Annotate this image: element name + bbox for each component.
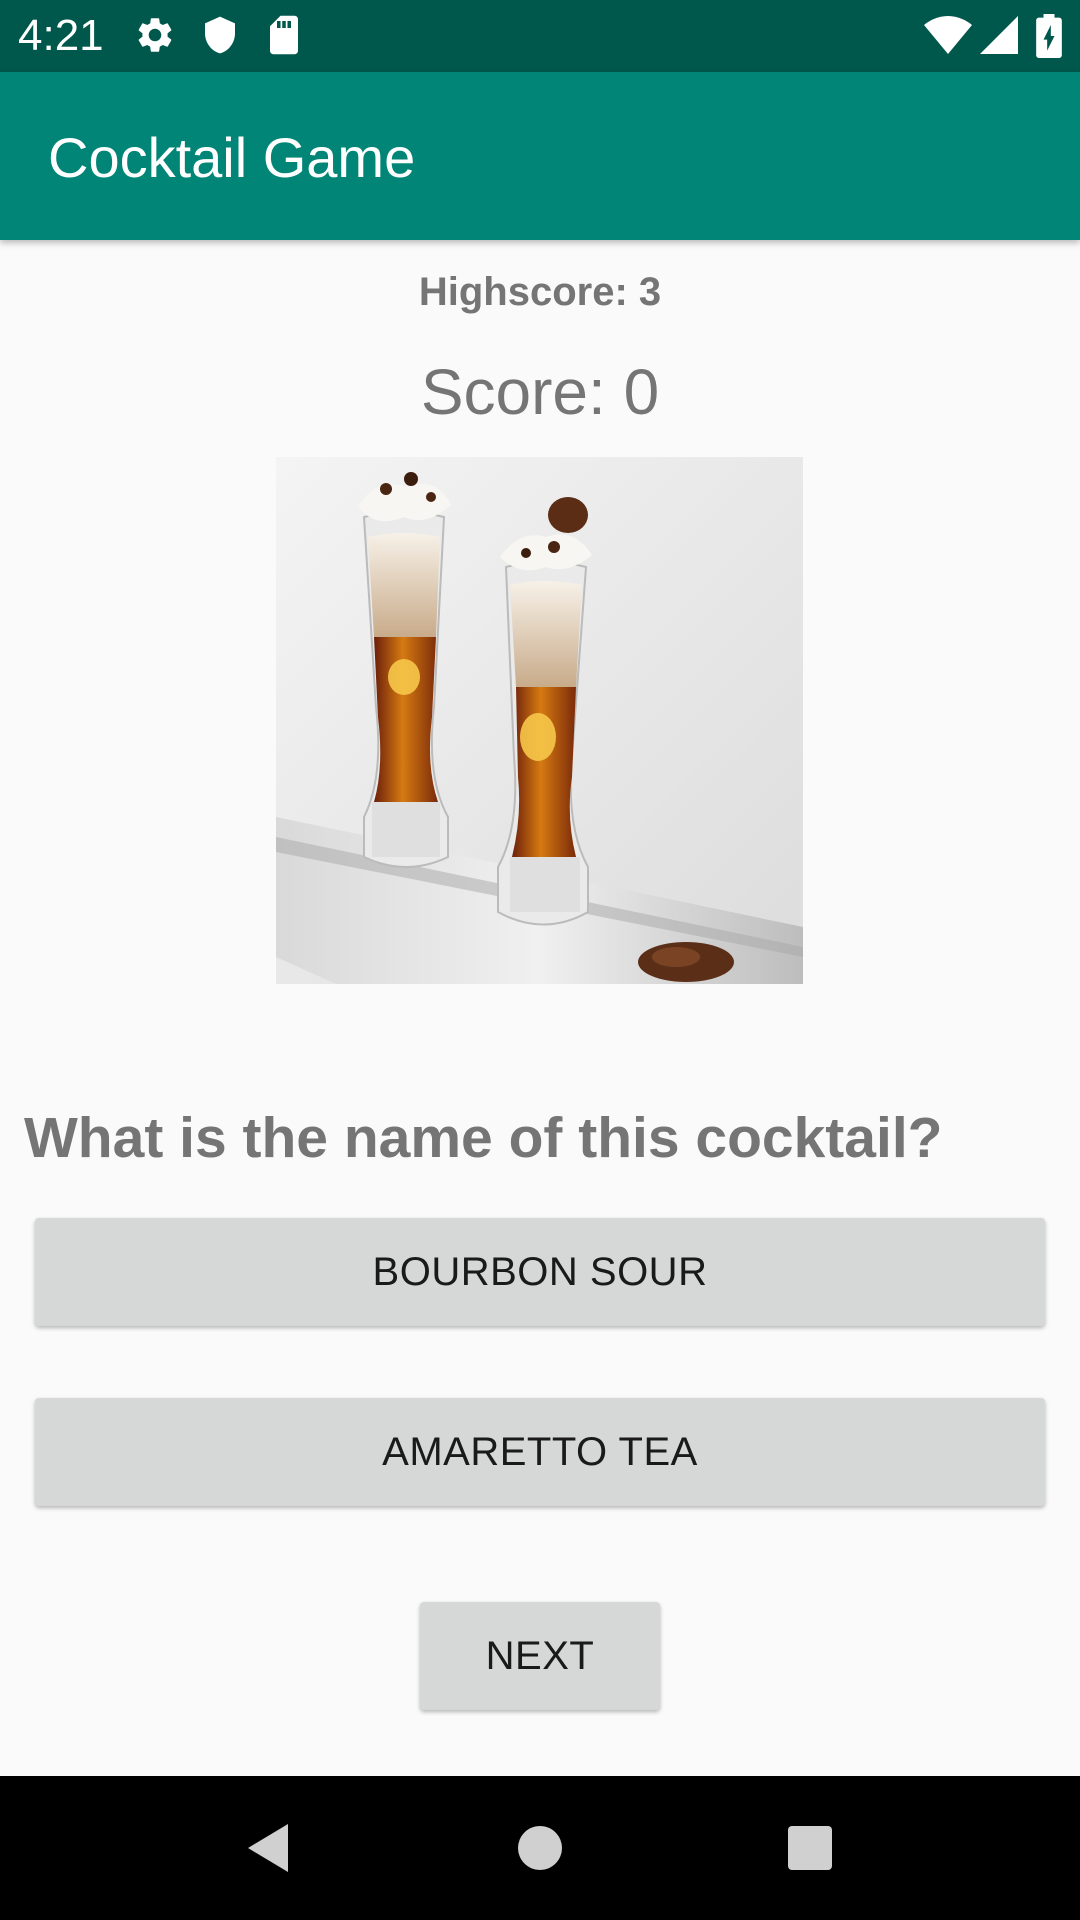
status-bar: 4:21 [0,0,1080,72]
app-bar: Cocktail Game [0,72,1080,240]
recents-icon[interactable] [780,1818,840,1878]
status-time: 4:21 [18,11,104,60]
back-icon[interactable] [240,1818,300,1878]
home-icon[interactable] [510,1818,570,1878]
sd-card-icon [270,15,298,55]
wifi-icon [924,16,972,54]
option-button-2[interactable]: AMARETTO TEA [35,1398,1045,1506]
score-label: Score: 0 [420,356,660,428]
question-text: What is the name of this cocktail? [24,1106,943,1170]
app-title: Cocktail Game [48,126,416,189]
cell-signal-icon [980,16,1018,54]
battery-icon [1036,14,1062,58]
screen: 4:21 Cocktail Game Highscore: 3 Score: 0 [0,0,1080,1920]
gear-icon [138,18,172,52]
next-button[interactable]: NEXT [420,1602,660,1710]
shield-icon [205,16,235,54]
option-button-1[interactable]: BOURBON SOUR [35,1218,1045,1326]
highscore-label: Highscore: 3 [418,270,662,314]
navigation-bar [0,1776,1080,1920]
cocktail-image [276,457,803,984]
